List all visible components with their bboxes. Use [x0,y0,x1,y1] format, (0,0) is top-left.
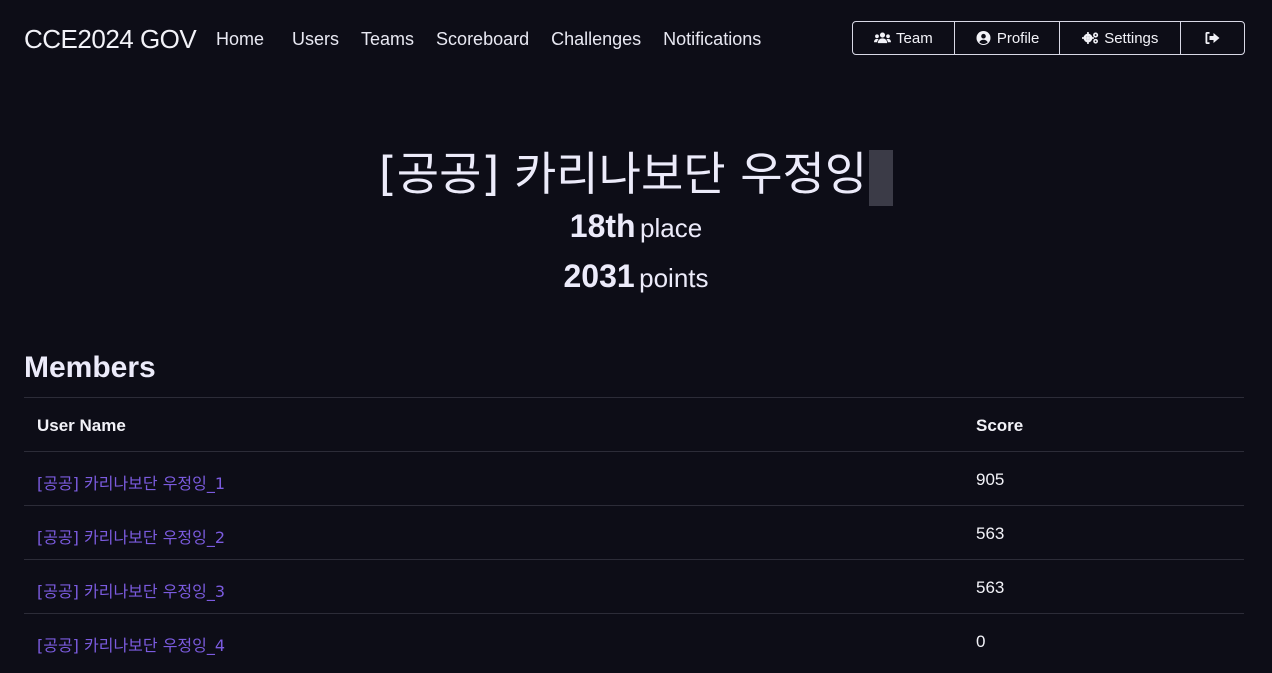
points-number: 2031 [563,258,635,294]
user-circle-icon [976,31,991,45]
members-heading: Members [24,351,156,384]
team-button[interactable]: Team [853,22,955,54]
members-table: User Name Score [공공] 카리나보단 우정잉_1 905 [공공… [24,397,1244,667]
member-score: 0 [976,632,986,651]
brand-logo[interactable]: CCE2024 GOV [24,24,197,55]
users-icon [874,32,892,44]
settings-button[interactable]: Settings [1060,22,1182,54]
team-points: 2031 points [0,258,1272,295]
nav-links: Home Users Teams Scoreboard Challenges N… [205,29,783,50]
account-button-group: Team Profile Settings [852,21,1245,55]
table-row: [공공] 카리나보단 우정잉_2 563 [24,505,1244,559]
member-name-link[interactable]: [공공] 카리나보단 우정잉_4 [37,632,225,656]
table-header: User Name Score [24,397,1244,451]
navbar: CCE2024 GOV Home Users Teams Scoreboard … [0,0,1272,78]
table-row: [공공] 카리나보단 우정잉_1 905 [24,451,1244,505]
member-score: 905 [976,470,1005,489]
team-name-heading: [공공] 카리나보단 우정잉 [0,138,1272,206]
member-name-link[interactable]: [공공] 카리나보단 우정잉_2 [37,524,225,548]
table-row: [공공] 카리나보단 우정잉_3 563 [24,559,1244,613]
gears-icon [1082,32,1099,44]
member-score: 563 [976,578,1005,597]
nav-challenges[interactable]: Challenges [551,29,641,50]
points-label: points [639,263,709,293]
nav-home[interactable]: Home [216,29,264,50]
place-label: place [640,213,703,243]
logout-button[interactable] [1181,22,1244,54]
member-name-link[interactable]: [공공] 카리나보단 우정잉_3 [37,578,225,602]
member-score: 563 [976,524,1005,543]
column-user-name: User Name [37,416,126,435]
team-place: 18th place [0,208,1272,245]
column-score: Score [976,416,1024,435]
team-button-label: Team [896,29,933,47]
member-name-link[interactable]: [공공] 카리나보단 우정잉_1 [37,470,225,494]
text-cursor [869,149,894,206]
nav-notifications[interactable]: Notifications [663,29,761,50]
profile-button-label: Profile [996,29,1040,47]
profile-button[interactable]: Profile [955,22,1061,54]
nav-scoreboard[interactable]: Scoreboard [436,29,529,50]
nav-users[interactable]: Users [292,29,339,50]
nav-teams[interactable]: Teams [361,29,414,50]
place-number: 18th [569,208,636,244]
logout-icon [1205,32,1220,44]
table-row: [공공] 카리나보단 우정잉_4 0 [24,613,1244,667]
team-name: [공공] 카리나보단 우정잉 [378,147,868,201]
settings-button-label: Settings [1104,29,1159,47]
